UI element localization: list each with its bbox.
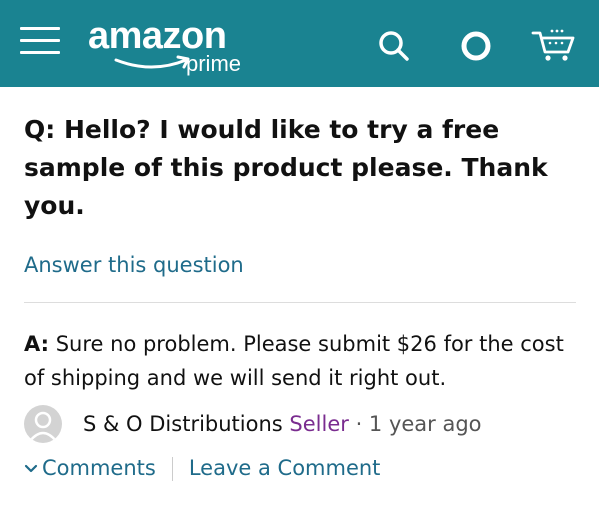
cart-icon[interactable] — [530, 26, 578, 66]
divider — [24, 302, 576, 303]
answer-block: A: Sure no problem. Please submit $26 fo… — [24, 327, 580, 395]
search-icon[interactable] — [374, 26, 414, 66]
author-name[interactable]: S & O Distributions — [83, 412, 283, 436]
meta-dot: · — [348, 412, 369, 436]
answer-time: 1 year ago — [368, 412, 482, 436]
menu-icon[interactable] — [20, 25, 60, 57]
user-icon — [29, 411, 57, 442]
avatar — [24, 405, 62, 443]
comments-row: Comments Leave a Comment — [24, 452, 380, 484]
answer-question-link[interactable]: Answer this question — [24, 250, 244, 280]
amazon-prime-logo[interactable]: amazon prime — [88, 14, 268, 76]
comments-link[interactable]: Comments — [42, 456, 156, 480]
top-bar: amazon prime — [0, 0, 599, 87]
alexa-icon[interactable] — [456, 26, 496, 66]
answer-text: Sure no problem. Please submit $26 for t… — [24, 332, 564, 390]
author-line: S & O Distributions Seller · 1 year ago — [83, 408, 482, 440]
question-block: Q: Hello? I would like to try a free sam… — [24, 111, 580, 225]
seller-badge: Seller — [289, 412, 349, 436]
author-row: S & O Distributions Seller · 1 year ago — [24, 404, 584, 444]
logo-smile-icon — [114, 55, 190, 69]
logo-sub: prime — [186, 51, 242, 76]
question-text: Q: Hello? I would like to try a free sam… — [24, 115, 548, 220]
chevron-down-icon[interactable] — [24, 464, 38, 474]
answer-prefix: A: — [24, 332, 50, 356]
separator — [171, 457, 173, 481]
leave-comment-link[interactable]: Leave a Comment — [189, 456, 381, 480]
